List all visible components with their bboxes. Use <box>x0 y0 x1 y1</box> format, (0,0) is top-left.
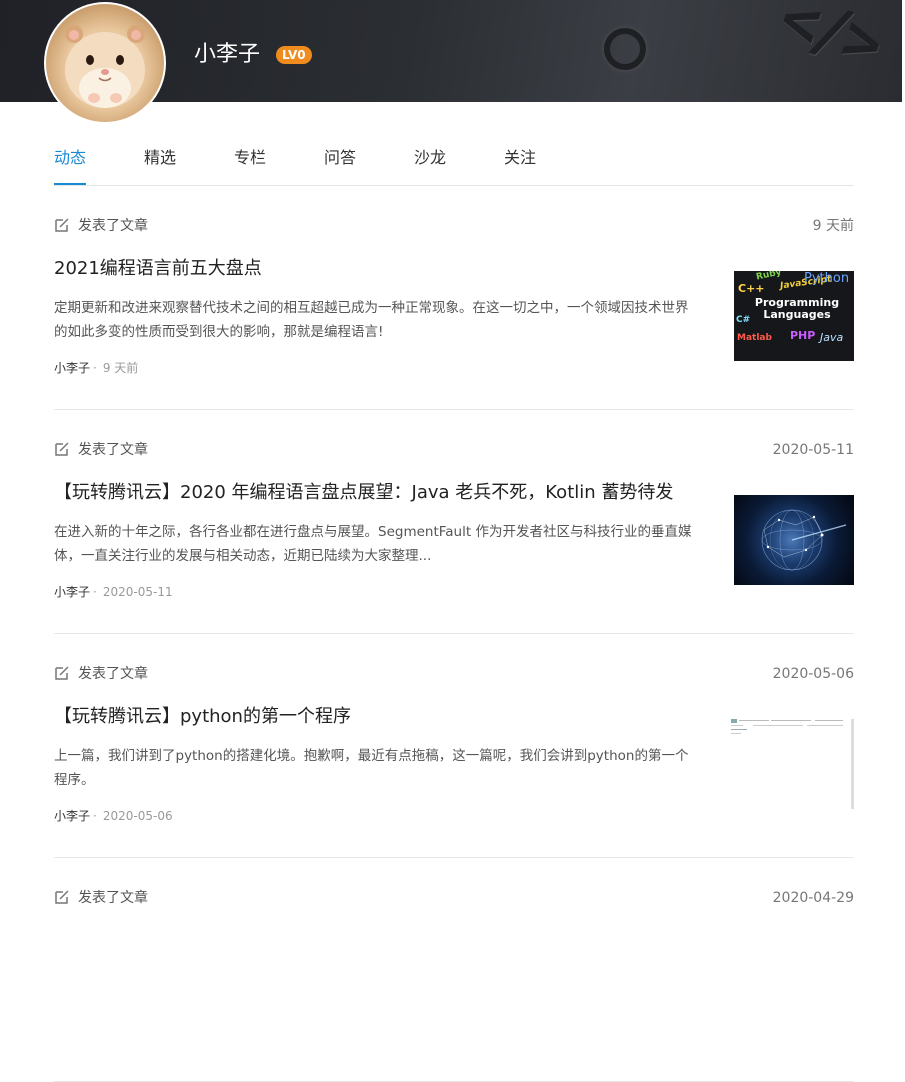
feed-date: 9 天前 <box>812 218 854 234</box>
profile-tabs: 动态 精选 专栏 问答 沙龙 关注 <box>54 138 854 186</box>
meta-separator: · <box>93 361 97 375</box>
tab-activity[interactable]: 动态 <box>54 148 87 185</box>
username: 小李子 <box>194 42 261 67</box>
feed-date: 2020-05-11 <box>772 442 854 458</box>
edit-icon <box>55 890 69 904</box>
article-title[interactable]: 【玩转腾讯云】2020 年编程语言盘点展望：Java 老兵不死，Kotlin 蓄… <box>54 480 714 506</box>
feed-item: 发表了文章 2020-05-06 【玩转腾讯云】python的第一个程序 上一篇… <box>54 634 854 858</box>
article-author[interactable]: 小李子 <box>54 585 90 599</box>
level-badge: LV0 <box>276 46 312 64</box>
edit-icon <box>55 666 69 680</box>
feed-action: 发表了文章 <box>54 664 148 684</box>
article-meta: 小李子 · 9 天前 <box>54 359 138 377</box>
thumb-word: Ruby <box>755 271 783 283</box>
feed-item: 发表了文章 2020-05-11 【玩转腾讯云】2020 年编程语言盘点展望：J… <box>54 410 854 634</box>
article-author[interactable]: 小李子 <box>54 361 90 375</box>
edit-icon <box>55 442 69 456</box>
feed-item: 发表了文章 2020-04-29 <box>54 858 854 1082</box>
tab-following[interactable]: 关注 <box>504 148 536 184</box>
feed-action-label: 发表了文章 <box>78 890 148 906</box>
feed-action: 发表了文章 <box>54 888 148 908</box>
thumb-word: Python <box>804 271 850 286</box>
feed-action-label: 发表了文章 <box>78 666 148 682</box>
meta-separator: · <box>93 809 97 823</box>
tab-qa[interactable]: 问答 <box>324 148 356 184</box>
feed-action: 发表了文章 <box>54 216 148 236</box>
document-screenshot-image <box>731 719 843 734</box>
article-author[interactable]: 小李子 <box>54 809 90 823</box>
feed-action: 发表了文章 <box>54 440 148 460</box>
avatar[interactable] <box>44 2 166 124</box>
tab-featured[interactable]: 精选 <box>144 148 176 184</box>
article-thumbnail[interactable] <box>731 719 854 809</box>
article-excerpt: 在进入新的十年之际，各行各业都在进行盘点与展望。SegmentFault 作为开… <box>54 524 692 564</box>
article-title[interactable]: 2021编程语言前五大盘点 <box>54 256 714 282</box>
feed-action-label: 发表了文章 <box>78 442 148 458</box>
article-time: 2020-05-06 <box>102 809 173 823</box>
article-excerpt: 定期更新和改进来观察替代技术之间的相互超越已成为一种正常现象。在这一切之中，一个… <box>54 300 689 340</box>
article-meta: 小李子 · 2020-05-06 <box>54 807 173 825</box>
banner-decoration-code-symbol: </> <box>770 0 887 82</box>
edit-icon <box>55 218 69 232</box>
meta-separator: · <box>93 585 97 599</box>
activity-feed: 发表了文章 9 天前 2021编程语言前五大盘点 定期更新和改进来观察替代技术之… <box>54 186 854 1082</box>
thumb-word: C# <box>736 315 751 325</box>
tab-columns[interactable]: 专栏 <box>234 148 266 184</box>
globe-network-image <box>761 509 847 571</box>
tab-salon[interactable]: 沙龙 <box>414 148 446 184</box>
banner-decoration-ring <box>604 28 646 70</box>
feed-date: 2020-05-06 <box>772 666 854 682</box>
hamster-avatar-image <box>65 25 145 108</box>
article-thumbnail[interactable]: Ruby JavaScript Python C++ Programming L… <box>734 271 854 361</box>
thumb-word: Java <box>820 331 844 344</box>
feed-action-label: 发表了文章 <box>78 218 148 234</box>
article-excerpt: 上一篇，我们讲到了python的搭建化境。抱歉啊，最近有点拖稿，这一篇呢，我们会… <box>54 748 689 788</box>
thumb-word: PHP <box>790 329 816 342</box>
thumb-word: Matlab <box>737 333 772 343</box>
article-meta: 小李子 · 2020-05-11 <box>54 583 173 601</box>
article-time: 2020-05-11 <box>102 585 173 599</box>
thumb-heading: Programming Languages <box>754 296 840 321</box>
thumb-word: C++ <box>738 282 765 295</box>
feed-date: 2020-04-29 <box>772 890 854 906</box>
article-thumbnail[interactable] <box>734 495 854 585</box>
article-title[interactable]: 【玩转腾讯云】python的第一个程序 <box>54 704 714 730</box>
article-time: 9 天前 <box>102 361 139 375</box>
feed-item: 发表了文章 9 天前 2021编程语言前五大盘点 定期更新和改进来观察替代技术之… <box>54 186 854 410</box>
